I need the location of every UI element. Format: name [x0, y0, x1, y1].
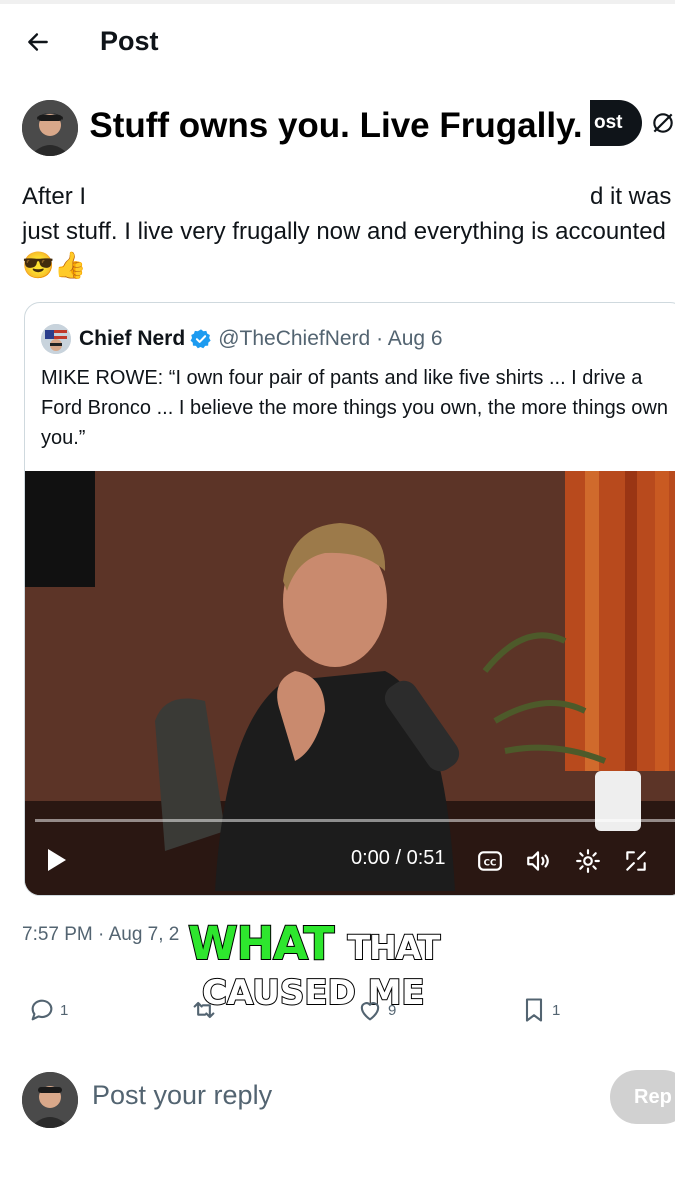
- post-detail-screen: Post Stuff owns you. Live Frugally. ost …: [0, 0, 675, 1200]
- repost-icon: [193, 1001, 215, 1019]
- current-user-avatar[interactable]: [22, 1072, 78, 1128]
- quoted-post-header: Chief Nerd @TheChiefNerd · Aug 6: [41, 323, 443, 355]
- subtitle-caption-line1: WHAT THAT: [187, 916, 442, 971]
- video-progress-bar[interactable]: [35, 819, 675, 822]
- volume-icon[interactable]: [525, 848, 551, 874]
- post-text-line2: just stuff. I live very frugally now and…: [22, 218, 666, 245]
- play-icon[interactable]: [45, 847, 69, 873]
- top-divider: [0, 0, 675, 4]
- post-timestamp: 7:57 PM · Aug 7, 2: [22, 924, 180, 945]
- back-button[interactable]: [22, 26, 54, 58]
- reply-composer: Post your reply Rep: [0, 1066, 675, 1136]
- video-title-overlay: Stuff owns you. Live Frugally.: [86, 90, 586, 200]
- bookmark-action[interactable]: 1: [520, 995, 560, 1025]
- reply-button[interactable]: Rep: [610, 1070, 675, 1124]
- post-text-line1-left: After I: [22, 183, 87, 210]
- header: Post: [0, 18, 675, 68]
- like-action[interactable]: 9: [356, 995, 396, 1025]
- follow-button[interactable]: ost: [590, 100, 642, 146]
- grok-icon[interactable]: [650, 110, 675, 136]
- flag-avatar-icon: [41, 324, 71, 354]
- quoted-author-handle: @TheChiefNerd · Aug 6: [218, 327, 443, 350]
- author-avatar[interactable]: [22, 100, 78, 156]
- reply-bubble-icon: [31, 999, 53, 1021]
- video-time: 0:00 / 0:51: [351, 847, 446, 869]
- reply-action[interactable]: 1: [28, 995, 68, 1025]
- repost-action[interactable]: [190, 995, 218, 1025]
- bookmark-count: 1: [552, 1001, 561, 1019]
- arrow-left-icon: [28, 33, 48, 51]
- post-emojis: 😎👍: [22, 250, 87, 280]
- fullscreen-icon[interactable]: [623, 848, 649, 874]
- svg-text:CC: CC: [484, 858, 497, 868]
- heart-icon: [360, 1002, 380, 1021]
- page-title: Post: [100, 26, 159, 56]
- quoted-author-avatar[interactable]: [41, 324, 71, 354]
- reply-count: 1: [60, 1001, 69, 1019]
- video-player[interactable]: 0:00 / 0:51 CC: [25, 471, 675, 895]
- person-avatar-icon: [22, 100, 78, 156]
- like-count: 9: [388, 1001, 397, 1019]
- captions-icon[interactable]: CC: [477, 848, 503, 874]
- video-frame-image: [25, 471, 675, 895]
- bookmark-icon: [525, 998, 543, 1022]
- caption-word: THAT: [347, 927, 442, 968]
- verified-badge-icon: [190, 329, 211, 349]
- settings-gear-icon[interactable]: [575, 848, 601, 874]
- quoted-author-name[interactable]: Chief Nerd: [79, 327, 185, 351]
- post-text-line1-right: d it was: [590, 183, 672, 210]
- quoted-post-card[interactable]: Chief Nerd @TheChiefNerd · Aug 6 MIKE RO…: [24, 302, 675, 896]
- caption-highlight-word: WHAT: [187, 916, 335, 971]
- person-avatar-icon: [22, 1072, 78, 1128]
- reply-input[interactable]: Post your reply: [92, 1080, 272, 1111]
- quoted-post-text: MIKE ROWE: “I own four pair of pants and…: [41, 367, 668, 449]
